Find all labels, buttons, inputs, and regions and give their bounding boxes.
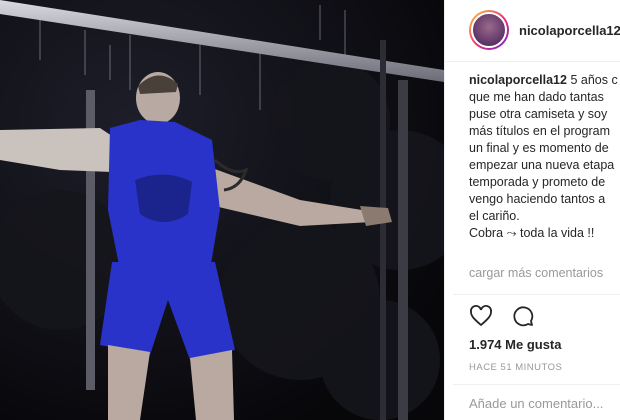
post-caption: nicolaporcella12 5 años c que me han dad…: [469, 72, 620, 242]
like-count[interactable]: 1.974 Me gusta: [469, 337, 562, 352]
post-header: nicolaporcella12: [445, 0, 620, 62]
post-photo[interactable]: [0, 0, 444, 420]
comment-bubble-icon: [513, 305, 534, 326]
caption-username[interactable]: nicolaporcella12: [469, 73, 567, 87]
load-more-comments-link[interactable]: cargar más comentarios: [469, 266, 603, 280]
post-timestamp[interactable]: HACE 51 MINUTOS: [469, 362, 562, 373]
partial-comment: ..: [469, 287, 476, 293]
divider: [453, 384, 620, 385]
avatar-image: [471, 12, 507, 48]
post-side-panel: nicolaporcella12 nicolaporcella12 5 años…: [444, 0, 620, 420]
like-button[interactable]: [467, 303, 495, 331]
caption-line: empezar una nueva etapa: [469, 158, 615, 172]
header-username[interactable]: nicolaporcella12: [519, 23, 620, 38]
action-bar: [467, 303, 547, 331]
photo-artwork: [0, 0, 444, 420]
caption-line: el cariño.: [469, 209, 520, 223]
comment-button[interactable]: [509, 303, 537, 331]
caption-line: temporada y prometo de: [469, 175, 606, 189]
caption-first-line: nicolaporcella12 5 años c: [469, 72, 620, 89]
heart-icon: [470, 304, 492, 326]
caption-line: un final y es momento de: [469, 141, 609, 155]
comment-input[interactable]: [469, 396, 619, 411]
caption-line: más títulos en el program: [469, 124, 611, 138]
caption-line: que me han dado tantas: [469, 90, 604, 104]
caption-text: 5 años c: [570, 73, 618, 87]
divider: [453, 294, 620, 295]
caption-line: Cobra ⤳ toda la vida !!: [469, 226, 595, 240]
avatar[interactable]: [469, 10, 509, 50]
caption-line: vengo haciendo tantos a: [469, 192, 606, 206]
caption-line: puse otra camiseta y soy: [469, 107, 608, 121]
